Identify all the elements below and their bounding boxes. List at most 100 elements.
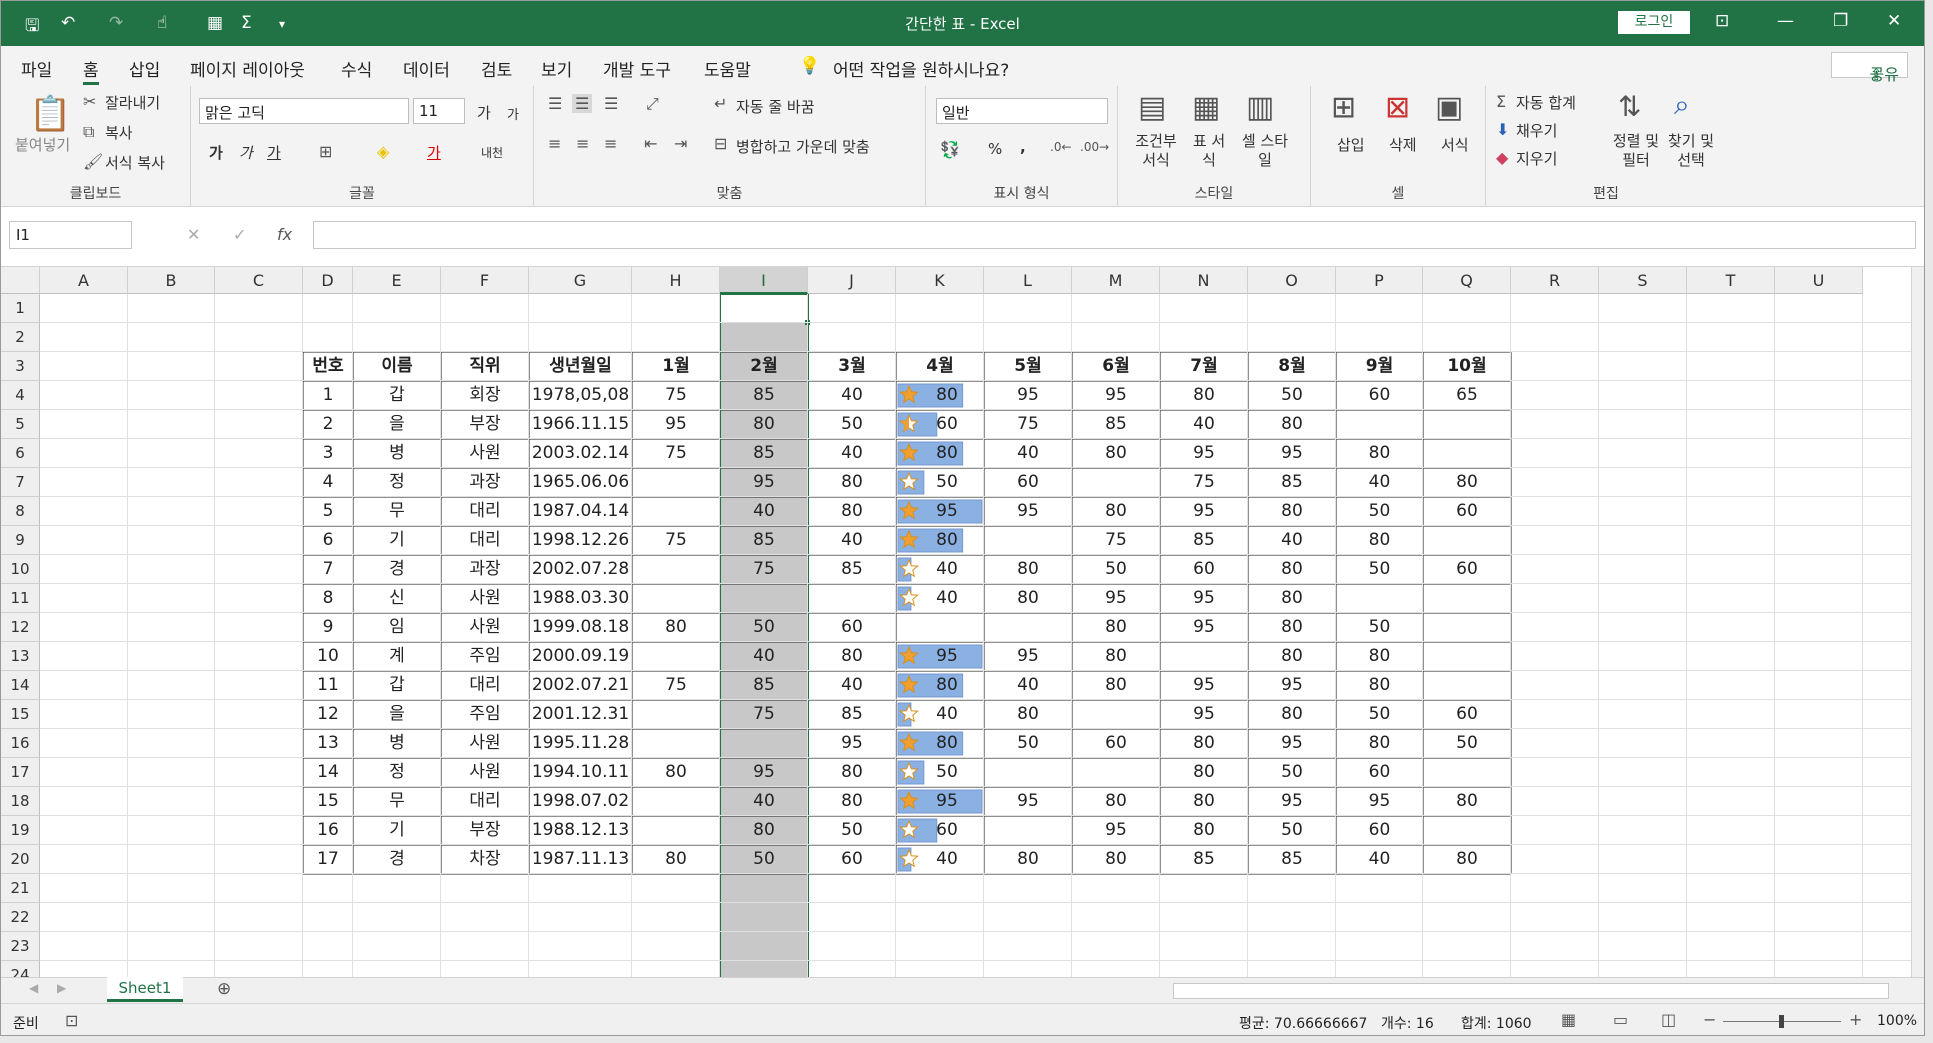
tab-file[interactable]: 파일 — [21, 56, 52, 81]
align-center-icon[interactable]: ≡ — [576, 134, 589, 153]
column-header-O[interactable]: O — [1248, 267, 1336, 294]
table-header-cell[interactable]: 5월 — [984, 352, 1072, 381]
table-cell[interactable]: 80 — [1336, 729, 1423, 758]
table-cell[interactable]: 40 — [720, 787, 808, 816]
table-cell[interactable]: 80 — [632, 758, 720, 787]
table-cell[interactable]: 95 — [808, 729, 896, 758]
table-cell[interactable] — [632, 555, 720, 584]
table-cell[interactable]: 95 — [1160, 439, 1248, 468]
table-cell[interactable]: 95 — [1160, 671, 1248, 700]
orientation-icon[interactable]: ⤢ — [646, 94, 659, 114]
table-cell[interactable]: 80 — [1072, 787, 1160, 816]
italic-button[interactable]: 가 — [239, 142, 253, 163]
row-header-14[interactable]: 14 — [1, 671, 40, 700]
column-header-T[interactable]: T — [1687, 267, 1775, 294]
table-header-cell[interactable]: 생년월일 — [529, 352, 632, 381]
table-cell[interactable]: 80 — [896, 381, 984, 410]
table-cell[interactable]: 1994.10.11 — [529, 758, 632, 787]
restore-icon[interactable]: ❐ — [1833, 11, 1848, 31]
table-cell[interactable]: 80 — [896, 671, 984, 700]
table-cell[interactable]: 1987.04.14 — [529, 497, 632, 526]
table-cell[interactable]: 무 — [353, 787, 441, 816]
table-cell[interactable]: 2 — [303, 410, 353, 439]
table-cell[interactable] — [984, 526, 1072, 555]
row-header-24[interactable]: 24 — [1, 961, 40, 977]
zoom-level[interactable]: 100% — [1877, 1013, 1917, 1029]
table-cell[interactable]: 2001.12.31 — [529, 700, 632, 729]
table-cell[interactable]: 60 — [1423, 700, 1511, 729]
row-header-17[interactable]: 17 — [1, 758, 40, 787]
underline-button[interactable]: 가 — [267, 142, 281, 163]
row-header-12[interactable]: 12 — [1, 613, 40, 642]
find-select-button[interactable]: 찾기 및 선택 — [1666, 132, 1716, 170]
phonetic-button[interactable]: 내천 — [481, 144, 503, 161]
add-sheet-icon[interactable]: ⊕ — [217, 979, 231, 999]
row-header-15[interactable]: 15 — [1, 700, 40, 729]
table-cell[interactable]: 80 — [1160, 787, 1248, 816]
table-cell[interactable]: 60 — [1336, 381, 1423, 410]
table-cell[interactable]: 80 — [896, 439, 984, 468]
table-cell[interactable]: 10 — [303, 642, 353, 671]
table-cell[interactable]: 80 — [1423, 468, 1511, 497]
row-header-5[interactable]: 5 — [1, 410, 40, 439]
table-cell[interactable]: 60 — [896, 410, 984, 439]
table-cell[interactable]: 병 — [353, 729, 441, 758]
row-header-19[interactable]: 19 — [1, 816, 40, 845]
table-cell[interactable]: 사원 — [441, 584, 529, 613]
table-cell[interactable]: 95 — [984, 381, 1072, 410]
row-header-2[interactable]: 2 — [1, 323, 40, 352]
share-button[interactable]: ⇪ 공유 — [1831, 52, 1908, 84]
table-cell[interactable]: 85 — [1160, 845, 1248, 874]
zoom-in-icon[interactable]: + — [1849, 1010, 1862, 1029]
table-cell[interactable]: 40 — [808, 439, 896, 468]
table-cell[interactable]: 80 — [720, 410, 808, 439]
table-cell[interactable]: 8 — [303, 584, 353, 613]
find-select-icon[interactable]: ⌕ — [1674, 88, 1690, 122]
tab-home[interactable]: 홈 — [83, 56, 99, 85]
column-header-L[interactable]: L — [984, 267, 1072, 294]
table-cell[interactable]: 1995.11.28 — [529, 729, 632, 758]
table-cell[interactable]: 60 — [808, 613, 896, 642]
table-cell[interactable]: 50 — [1336, 497, 1423, 526]
table-cell[interactable]: 경 — [353, 555, 441, 584]
decrease-decimal-icon[interactable]: .00→ — [1080, 140, 1109, 154]
table-cell[interactable]: 75 — [1160, 468, 1248, 497]
table-cell[interactable]: 85 — [720, 439, 808, 468]
table-cell[interactable]: 80 — [984, 555, 1072, 584]
column-header-D[interactable]: D — [303, 267, 353, 294]
minimize-icon[interactable]: — — [1777, 11, 1794, 31]
row-header-13[interactable]: 13 — [1, 642, 40, 671]
paste-icon[interactable]: 📋 — [29, 94, 71, 134]
delete-cells-icon[interactable]: ⊠ — [1385, 90, 1410, 125]
table-cell[interactable]: 정 — [353, 758, 441, 787]
table-cell[interactable]: 80 — [1423, 845, 1511, 874]
table-cell[interactable]: 80 — [1072, 497, 1160, 526]
table-cell[interactable]: 4 — [303, 468, 353, 497]
table-cell[interactable]: 3 — [303, 439, 353, 468]
table-cell[interactable] — [1423, 671, 1511, 700]
table-cell[interactable]: 95 — [896, 787, 984, 816]
table-cell[interactable] — [1336, 410, 1423, 439]
wrap-text-button[interactable]: 자동 줄 바꿈 — [736, 96, 815, 117]
clear-button[interactable]: 지우기 — [1516, 148, 1557, 169]
table-cell[interactable]: 40 — [1336, 845, 1423, 874]
bold-button[interactable]: 가 — [209, 142, 223, 163]
column-header-K[interactable]: K — [896, 267, 984, 294]
font-color-button[interactable]: 가 — [427, 142, 441, 163]
table-cell[interactable] — [632, 584, 720, 613]
table-header-cell[interactable]: 1월 — [632, 352, 720, 381]
align-top-icon[interactable]: ☰ — [548, 94, 562, 113]
column-header-G[interactable]: G — [529, 267, 632, 294]
column-header-Q[interactable]: Q — [1423, 267, 1511, 294]
column-header-S[interactable]: S — [1599, 267, 1687, 294]
table-cell[interactable]: 1998.12.26 — [529, 526, 632, 555]
column-header-C[interactable]: C — [215, 267, 303, 294]
autosum-button[interactable]: 자동 합계 — [1516, 92, 1576, 113]
column-header-P[interactable]: P — [1336, 267, 1423, 294]
tab-review[interactable]: 검토 — [481, 56, 512, 81]
table-cell[interactable]: 95 — [1336, 787, 1423, 816]
table-cell[interactable]: 95 — [984, 787, 1072, 816]
table-cell[interactable]: 40 — [896, 555, 984, 584]
table-cell[interactable]: 95 — [1248, 729, 1336, 758]
table-cell[interactable]: 95 — [896, 497, 984, 526]
